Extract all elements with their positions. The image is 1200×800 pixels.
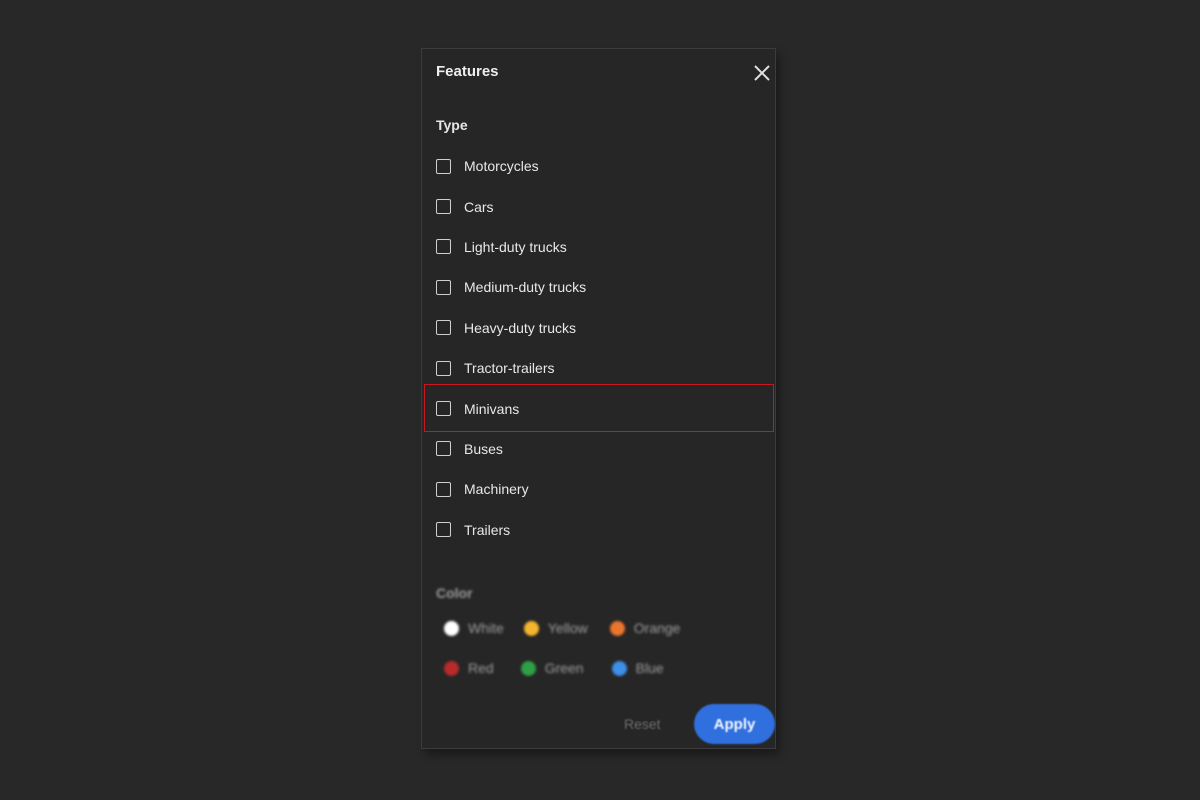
panel-title: Features xyxy=(436,63,499,80)
type-option-label: Buses xyxy=(464,440,503,457)
type-option-label: Light-duty trucks xyxy=(464,238,567,255)
color-option-orange[interactable]: Orange xyxy=(609,620,681,636)
color-option-label: Red xyxy=(468,660,494,676)
close-button[interactable] xyxy=(752,63,772,83)
type-checkbox-list: Motorcycles Cars Light-duty trucks Mediu… xyxy=(422,146,775,550)
checkbox[interactable] xyxy=(436,279,451,295)
type-option-motorcycles[interactable]: Motorcycles xyxy=(422,146,775,186)
color-dot xyxy=(609,620,625,636)
color-option-label: Blue xyxy=(635,660,664,676)
type-option-minivans[interactable]: Minivans xyxy=(422,388,775,428)
checkbox[interactable] xyxy=(436,239,451,255)
color-option-label: Orange xyxy=(633,620,681,636)
color-option-label: Yellow xyxy=(547,620,588,636)
type-option-label: Motorcycles xyxy=(464,158,539,175)
type-option-trailers[interactable]: Trailers xyxy=(422,510,775,550)
apply-button[interactable]: Apply xyxy=(694,704,775,744)
color-dot xyxy=(444,620,459,636)
color-row: White Yellow Orange xyxy=(444,620,680,636)
color-dot xyxy=(611,660,627,676)
color-dot xyxy=(444,660,459,676)
type-option-label: Cars xyxy=(464,198,494,215)
checkbox[interactable] xyxy=(436,441,451,457)
type-option-heavy-duty-trucks[interactable]: Heavy-duty trucks xyxy=(422,308,775,348)
checkbox[interactable] xyxy=(436,522,451,538)
type-option-label: Machinery xyxy=(464,481,529,498)
color-option-white[interactable]: White xyxy=(444,620,504,636)
type-option-label: Heavy-duty trucks xyxy=(464,319,577,336)
type-option-buses[interactable]: Buses xyxy=(422,429,775,469)
color-option-yellow[interactable]: Yellow xyxy=(523,620,588,636)
type-option-label: Medium-duty trucks xyxy=(464,279,587,296)
type-option-label: Minivans xyxy=(464,400,520,417)
color-row: Red Green Blue xyxy=(444,660,664,676)
color-option-green[interactable]: Green xyxy=(520,660,584,676)
color-option-blue[interactable]: Blue xyxy=(611,660,664,676)
color-dot xyxy=(523,620,539,636)
checkbox[interactable] xyxy=(436,481,451,497)
type-option-tractor-trailers[interactable]: Tractor-trailers xyxy=(422,348,775,388)
reset-button[interactable]: Reset xyxy=(624,716,661,732)
color-option-label: Green xyxy=(544,660,584,676)
type-option-cars[interactable]: Cars xyxy=(422,186,775,226)
color-option-label: White xyxy=(468,620,504,636)
checkbox[interactable] xyxy=(436,360,451,376)
color-option-red[interactable]: Red xyxy=(444,660,494,676)
checkbox[interactable] xyxy=(436,199,451,215)
type-option-medium-duty-trucks[interactable]: Medium-duty trucks xyxy=(422,267,775,307)
type-option-label: Tractor-trailers xyxy=(464,360,555,377)
color-dot xyxy=(520,660,536,676)
checkbox[interactable] xyxy=(436,320,451,336)
type-option-light-duty-trucks[interactable]: Light-duty trucks xyxy=(422,227,775,267)
close-icon xyxy=(754,65,770,81)
checkbox[interactable] xyxy=(436,158,451,174)
type-option-label: Trailers xyxy=(464,521,511,538)
type-option-machinery[interactable]: Machinery xyxy=(422,469,775,509)
checkbox[interactable] xyxy=(436,401,451,417)
color-section-title: Color xyxy=(436,585,473,601)
type-section-title: Type xyxy=(436,117,468,133)
features-panel: Features Type Motorcycles Cars Light-dut… xyxy=(421,48,776,749)
